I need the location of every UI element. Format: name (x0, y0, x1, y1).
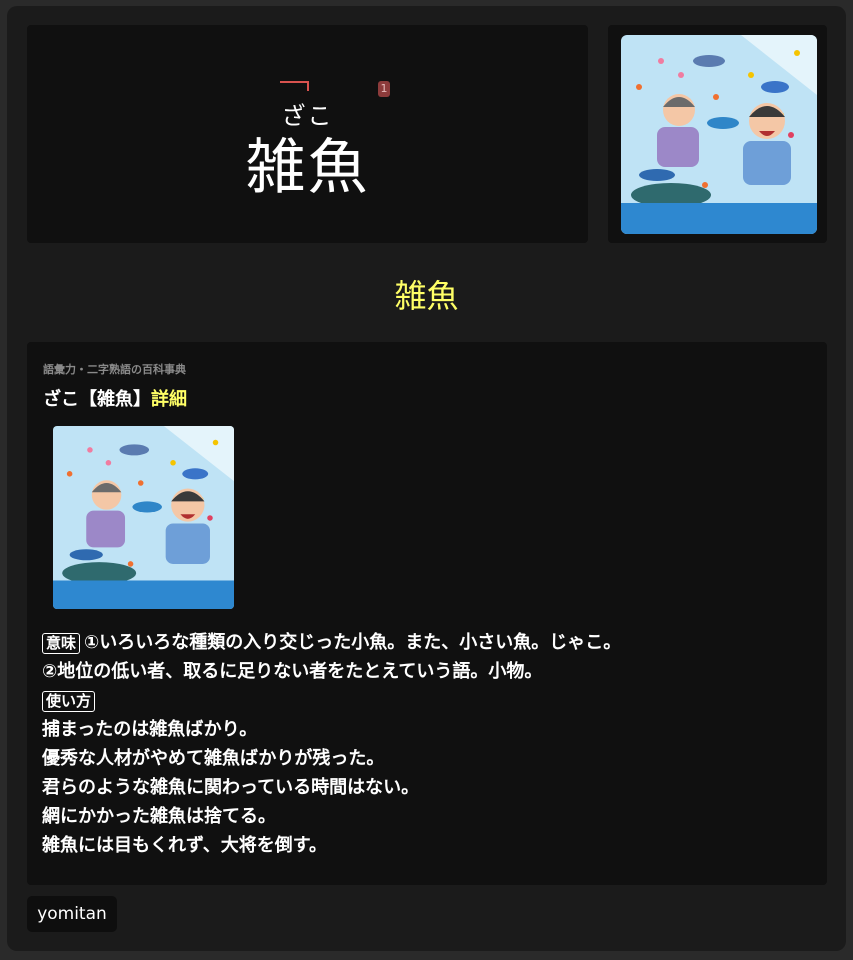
example-sentence: 優秀な人材がやめて雑魚ばかりが残った。 (42, 748, 385, 769)
yomitan-tag-button[interactable]: yomitan (27, 896, 117, 932)
dictionary-name: 語彙力・二字熟語の百科事典 (43, 363, 186, 376)
definition-image (53, 426, 234, 609)
aquarium-illustration (621, 35, 817, 234)
meaning-line-1: 意味 ①いろいろな種類の入り交じった小魚。また、小さい魚。じゃこ。 (42, 628, 812, 657)
definition-panel: 語彙力・二字熟語の百科事典 ざこ【雑魚】詳細 意味 ①いろいろな種類の入り交じっ… (27, 342, 827, 885)
example-sentence: 君らのような雑魚に関わっている時間はない。 (42, 777, 420, 798)
definition-headword: ざこ【雑魚】詳細 (43, 388, 187, 412)
example-sentence: 網にかかった雑魚は捨てる。 (42, 806, 276, 827)
definition-body: 意味 ①いろいろな種類の入り交じった小魚。また、小さい魚。じゃこ。 ②地位の低い者… (42, 628, 812, 860)
word-reading: ざこ (281, 102, 334, 130)
headword-text: ざこ【雑魚】 (43, 389, 151, 410)
usage-tag: 使い方 (42, 691, 96, 712)
highlighted-word: 雑魚 (394, 277, 459, 315)
pitch-accent-number: 1 (378, 81, 390, 97)
pitch-accent-mark (280, 81, 309, 91)
meaning-tag: 意味 (42, 633, 81, 654)
anki-card: 1 ざこ 雑魚 雑魚 語彙力・二字熟語の百科事典 ざこ【雑魚】詳細 意味 ①いろ… (7, 6, 846, 951)
example-sentence: 雑魚には目もくれず、大将を倒す。 (42, 835, 327, 856)
word-panel: 1 ざこ 雑魚 (27, 25, 588, 243)
meaning-line-2: ②地位の低い者、取るに足りない者をたとえていう語。小物。 (42, 661, 543, 682)
detail-link[interactable]: 詳細 (151, 389, 187, 410)
usage-tag-line: 使い方 (42, 686, 812, 715)
example-sentence: 捕まったのは雑魚ばかり。 (42, 719, 258, 740)
word-expression: 雑魚 (245, 133, 370, 203)
word-image-panel (608, 25, 827, 243)
